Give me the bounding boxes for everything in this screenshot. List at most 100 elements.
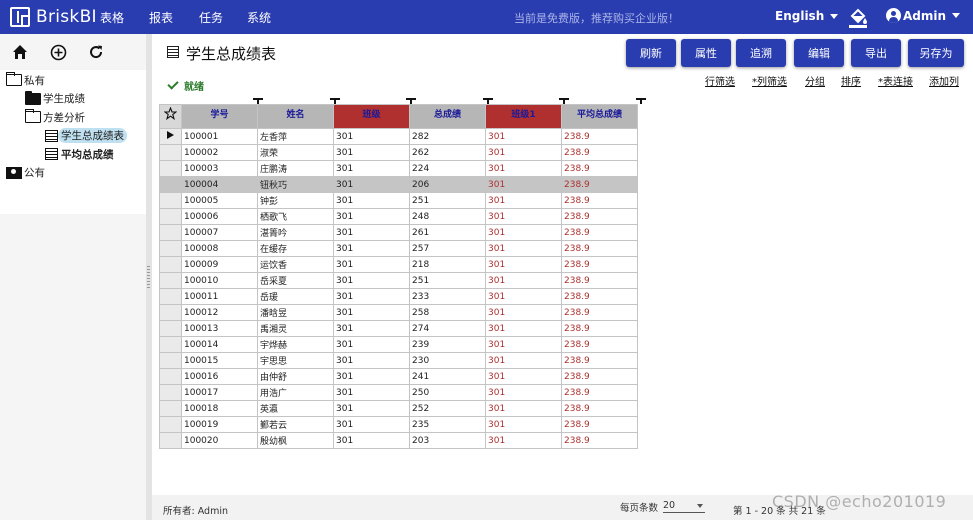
cell-class1[interactable]: 301: [485, 352, 562, 369]
row-selector[interactable]: [159, 336, 182, 353]
cell-student-id[interactable]: 100019: [181, 416, 258, 433]
current-row-pointer-icon[interactable]: [159, 128, 182, 145]
cell-name[interactable]: 禹湘灵: [257, 320, 334, 337]
row-selector[interactable]: [159, 176, 182, 193]
column-header-class[interactable]: 班级: [333, 104, 410, 129]
cell-average-total[interactable]: 238.9: [561, 240, 638, 257]
cell-name[interactable]: 湛箐吟: [257, 224, 334, 241]
tree-node-variance-analysis[interactable]: 方差分析: [0, 108, 146, 127]
cell-total-score[interactable]: 203: [409, 432, 486, 449]
cell-average-total[interactable]: 238.9: [561, 384, 638, 401]
cell-name[interactable]: 由仲舒: [257, 368, 334, 385]
table-row[interactable]: 100004 钮秋巧 301 206 301 238.9: [159, 176, 638, 193]
refresh-button[interactable]: 刷新: [626, 39, 676, 67]
cell-name[interactable]: 潘晗昱: [257, 304, 334, 321]
cell-class[interactable]: 301: [333, 256, 410, 273]
row-selector[interactable]: [159, 208, 182, 225]
save-as-button[interactable]: 另存为: [908, 39, 964, 67]
row-filter-link[interactable]: 行筛选: [705, 73, 735, 88]
cell-average-total[interactable]: 238.9: [561, 400, 638, 417]
cell-average-total[interactable]: 238.9: [561, 368, 638, 385]
cell-name[interactable]: 左香萍: [257, 128, 334, 145]
row-selector[interactable]: [159, 240, 182, 257]
cell-name[interactable]: 殷幼枫: [257, 432, 334, 449]
row-selector[interactable]: [159, 144, 182, 161]
cell-average-total[interactable]: 238.9: [561, 272, 638, 289]
cell-class1[interactable]: 301: [485, 128, 562, 145]
row-selector[interactable]: [159, 160, 182, 177]
cell-student-id[interactable]: 100015: [181, 352, 258, 369]
row-selector[interactable]: [159, 400, 182, 417]
row-selector[interactable]: [159, 352, 182, 369]
table-row[interactable]: 100002 淑荣 301 262 301 238.9: [159, 144, 638, 161]
column-header-student-id[interactable]: 学号: [181, 104, 258, 129]
cell-average-total[interactable]: 238.9: [561, 144, 638, 161]
cell-class[interactable]: 301: [333, 352, 410, 369]
table-row[interactable]: 100020 殷幼枫 301 203 301 238.9: [159, 432, 638, 449]
cell-total-score[interactable]: 224: [409, 160, 486, 177]
table-row[interactable]: 100018 英瀛 301 252 301 238.9: [159, 400, 638, 417]
table-row[interactable]: 100011 岳瑗 301 233 301 238.9: [159, 288, 638, 305]
sort-link[interactable]: 排序: [841, 73, 861, 88]
cell-class1[interactable]: 301: [485, 336, 562, 353]
cell-class1[interactable]: 301: [485, 272, 562, 289]
cell-average-total[interactable]: 238.9: [561, 176, 638, 193]
cell-student-id[interactable]: 100018: [181, 400, 258, 417]
cell-total-score[interactable]: 239: [409, 336, 486, 353]
properties-button[interactable]: 属性: [681, 39, 731, 67]
row-selector[interactable]: [159, 432, 182, 449]
cell-class1[interactable]: 301: [485, 256, 562, 273]
tree-node-private[interactable]: 私有: [0, 71, 146, 90]
row-selector[interactable]: [159, 368, 182, 385]
cell-average-total[interactable]: 238.9: [561, 288, 638, 305]
cell-total-score[interactable]: 258: [409, 304, 486, 321]
cell-student-id[interactable]: 100014: [181, 336, 258, 353]
cell-student-id[interactable]: 100009: [181, 256, 258, 273]
cell-total-score[interactable]: 218: [409, 256, 486, 273]
row-selector[interactable]: [159, 288, 182, 305]
cell-class1[interactable]: 301: [485, 368, 562, 385]
cell-class1[interactable]: 301: [485, 384, 562, 401]
nav-system[interactable]: 系统: [247, 9, 271, 26]
tree-node-public[interactable]: 公有: [0, 164, 146, 183]
table-row[interactable]: 100015 宇思思 301 230 301 238.9: [159, 352, 638, 369]
cell-class1[interactable]: 301: [485, 400, 562, 417]
cell-class[interactable]: 301: [333, 192, 410, 209]
refresh-icon[interactable]: [87, 43, 105, 61]
column-header-total-score[interactable]: 总成绩: [409, 104, 486, 129]
nav-task[interactable]: 任务: [199, 9, 223, 26]
table-row[interactable]: 100007 湛箐吟 301 261 301 238.9: [159, 224, 638, 241]
cell-name[interactable]: 运饮香: [257, 256, 334, 273]
cell-student-id[interactable]: 100020: [181, 432, 258, 449]
cell-student-id[interactable]: 100007: [181, 224, 258, 241]
column-filter-link[interactable]: *列筛选: [752, 73, 787, 88]
row-selector[interactable]: [159, 416, 182, 433]
cell-class1[interactable]: 301: [485, 208, 562, 225]
cell-total-score[interactable]: 206: [409, 176, 486, 193]
language-selector[interactable]: English: [775, 9, 839, 23]
cell-student-id[interactable]: 100017: [181, 384, 258, 401]
cell-class[interactable]: 301: [333, 400, 410, 417]
table-join-link[interactable]: *表连接: [878, 73, 913, 88]
row-selector[interactable]: [159, 272, 182, 289]
cell-class[interactable]: 301: [333, 272, 410, 289]
cell-total-score[interactable]: 251: [409, 272, 486, 289]
cell-name[interactable]: 鄞若云: [257, 416, 334, 433]
table-row[interactable]: 100012 潘晗昱 301 258 301 238.9: [159, 304, 638, 321]
cell-class1[interactable]: 301: [485, 416, 562, 433]
cell-student-id[interactable]: 100001: [181, 128, 258, 145]
row-selector[interactable]: [159, 256, 182, 273]
cell-average-total[interactable]: 238.9: [561, 352, 638, 369]
table-row[interactable]: 100005 钟彭 301 251 301 238.9: [159, 192, 638, 209]
row-selector[interactable]: [159, 304, 182, 321]
row-selector[interactable]: [159, 384, 182, 401]
cell-class[interactable]: 301: [333, 336, 410, 353]
cell-student-id[interactable]: 100006: [181, 208, 258, 225]
export-button[interactable]: 导出: [851, 39, 901, 67]
cell-class[interactable]: 301: [333, 288, 410, 305]
cell-class[interactable]: 301: [333, 240, 410, 257]
cell-student-id[interactable]: 100004: [181, 176, 258, 193]
cell-total-score[interactable]: 235: [409, 416, 486, 433]
cell-total-score[interactable]: 233: [409, 288, 486, 305]
cell-class[interactable]: 301: [333, 368, 410, 385]
